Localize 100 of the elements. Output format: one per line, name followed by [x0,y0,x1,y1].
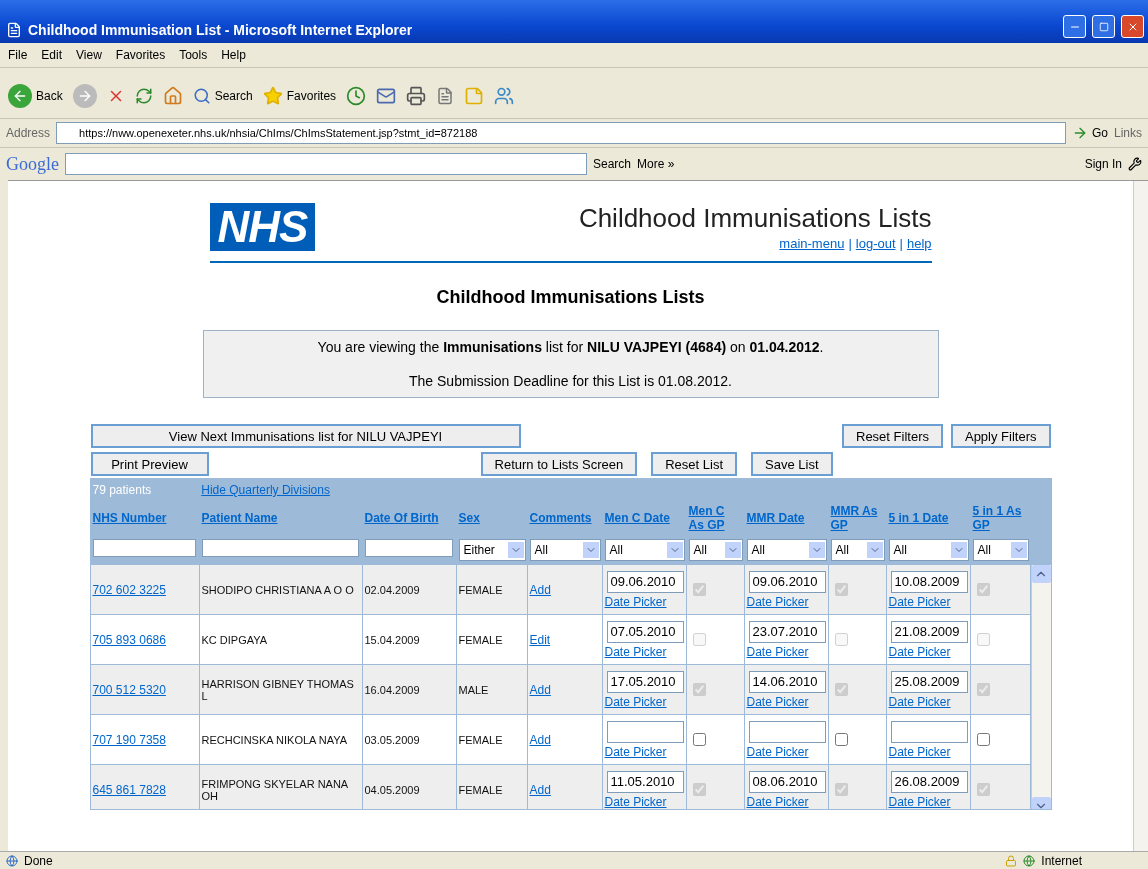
nhs-number-link[interactable]: 645 861 7828 [92,782,166,797]
go-button[interactable]: Go [1071,125,1108,141]
zone-text: Internet [1041,853,1082,868]
menu-item[interactable]: Tools [179,48,208,62]
menu-item[interactable]: Edit [41,48,63,62]
filter-select[interactable]: All [746,539,827,561]
filter-field[interactable] [201,539,359,557]
print-icon[interactable] [406,86,427,106]
page-title: Childhood Immunisations Lists [578,203,932,234]
google-search-button[interactable]: Search [593,157,632,171]
filter-select[interactable]: All [529,539,601,561]
status-text: Done [24,853,53,868]
filter-button[interactable]: Apply Filters [950,424,1051,448]
date-picker-link[interactable]: Date Picker [888,744,968,759]
list-button[interactable]: Save List [751,452,833,476]
comment-link[interactable]: Add [529,732,551,747]
maximize-icon [1098,21,1109,32]
sign-in-button[interactable]: Sign In [1084,157,1122,171]
more-button[interactable]: More » [637,157,675,171]
close-button[interactable] [1121,15,1144,38]
address-field[interactable]: https://nww.openexeter.nhs.uk/nhsia/ChIms/ChImsStatement.jsp?stmt_id=872188 [56,122,1066,144]
nav-link[interactable]: main-menu [779,236,845,251]
date-field[interactable] [890,720,968,743]
sex: MALE [458,683,489,696]
date-of-birth: 15.04.2009 [364,633,420,646]
history-icon[interactable] [346,86,367,106]
comment-link[interactable]: Add [529,582,551,597]
filter-select[interactable]: All [830,539,885,561]
checkbox[interactable] [692,733,706,746]
nhs-number-link[interactable]: 702 602 3225 [92,582,166,597]
back-button[interactable]: Back [8,84,63,108]
note-icon[interactable] [464,86,485,106]
date-of-birth: 03.05.2009 [364,733,420,746]
maximize-button[interactable] [1092,15,1115,38]
filter-field[interactable] [92,539,196,557]
patient-name: KC DIPGAYA [201,633,268,646]
filter-button[interactable]: Reset Filters [842,424,943,448]
date-field[interactable] [748,720,826,743]
messenger-icon[interactable] [494,86,515,106]
nav-link[interactable]: help [906,236,932,251]
menu-item[interactable]: Favorites [115,48,166,62]
minimize-button[interactable] [1063,15,1086,38]
refresh-icon[interactable] [134,87,153,105]
filter-select[interactable]: Either [458,539,526,561]
page-icon [6,854,18,867]
scroll-up-icon[interactable] [1031,565,1051,583]
patient-name: FRIMPONG SKYELAR NANA OH [201,777,349,802]
separator: | [899,236,903,251]
wrench-icon[interactable] [1128,157,1142,171]
scroll-down-icon[interactable] [1031,797,1051,809]
date-field[interactable] [606,720,684,743]
favorites-button[interactable]: Favorites [262,86,337,106]
list-button[interactable]: Return to Lists Screen [480,452,638,476]
nhs-number-link[interactable]: 705 893 0686 [92,632,166,647]
google-search-field[interactable] [65,153,587,175]
sex: FEMALE [458,583,503,596]
nhs-logo: NHS [209,203,316,251]
address-label: Address [6,126,51,140]
filter-field[interactable] [364,539,453,557]
mail-icon[interactable] [376,86,397,106]
ie-icon [6,22,22,38]
sex: FEMALE [458,783,503,796]
nav-link[interactable]: log-out [855,236,896,251]
date-picker-link[interactable]: Date Picker [746,744,826,759]
comment-link[interactable]: Add [529,782,551,797]
info-text: You are viewing the Immunisations list for NILU VAJPEYI (4684) on 01.04.2012. [317,339,824,355]
print-preview-button[interactable]: Print Preview [90,452,209,476]
filter-select[interactable]: All [604,539,685,561]
scrollbar[interactable] [1030,565,1051,809]
filter-select[interactable]: All [888,539,969,561]
globe-icon [1023,854,1036,867]
search-icon [192,87,211,105]
nhs-number-link[interactable]: 707 190 7358 [92,732,166,747]
checkbox[interactable] [834,733,848,746]
info-text: The Submission Deadline for this List is 01.08.2012. [409,373,732,389]
links-label[interactable]: Links [1114,126,1142,140]
menu-item[interactable]: Help [221,48,246,62]
window-title: Childhood Immunisation List - Microsoft Internet Explorer [28,22,414,38]
date-picker-link[interactable]: Date Picker [604,744,684,759]
google-logo: Google [6,153,59,175]
date-of-birth: 16.04.2009 [364,683,420,696]
comment-link[interactable]: Add [529,682,551,697]
menu-item[interactable]: File [8,48,28,62]
patient-name: SHODIPO CHRISTIANA A O O [201,583,354,596]
home-icon[interactable] [162,86,183,106]
search-button[interactable]: Search [192,87,253,105]
list-button[interactable]: Reset List [651,452,737,476]
date-of-birth: 02.04.2009 [364,583,420,596]
comment-link[interactable]: Edit [529,632,551,647]
filter-select[interactable]: All [688,539,743,561]
filter-select[interactable]: All [972,539,1029,561]
date-of-birth: 04.05.2009 [364,783,420,796]
page-scrollbar[interactable] [1133,181,1148,851]
menu-item[interactable]: View [76,48,102,62]
view-next-button[interactable]: View Next Immunisations list for NILU VAJPEYI [90,424,521,448]
heading: Childhood Immunisations Lists [436,287,705,308]
sex: FEMALE [458,733,503,746]
checkbox[interactable] [976,733,990,746]
nhs-number-link[interactable]: 700 512 5320 [92,682,166,697]
star-icon [262,86,283,106]
